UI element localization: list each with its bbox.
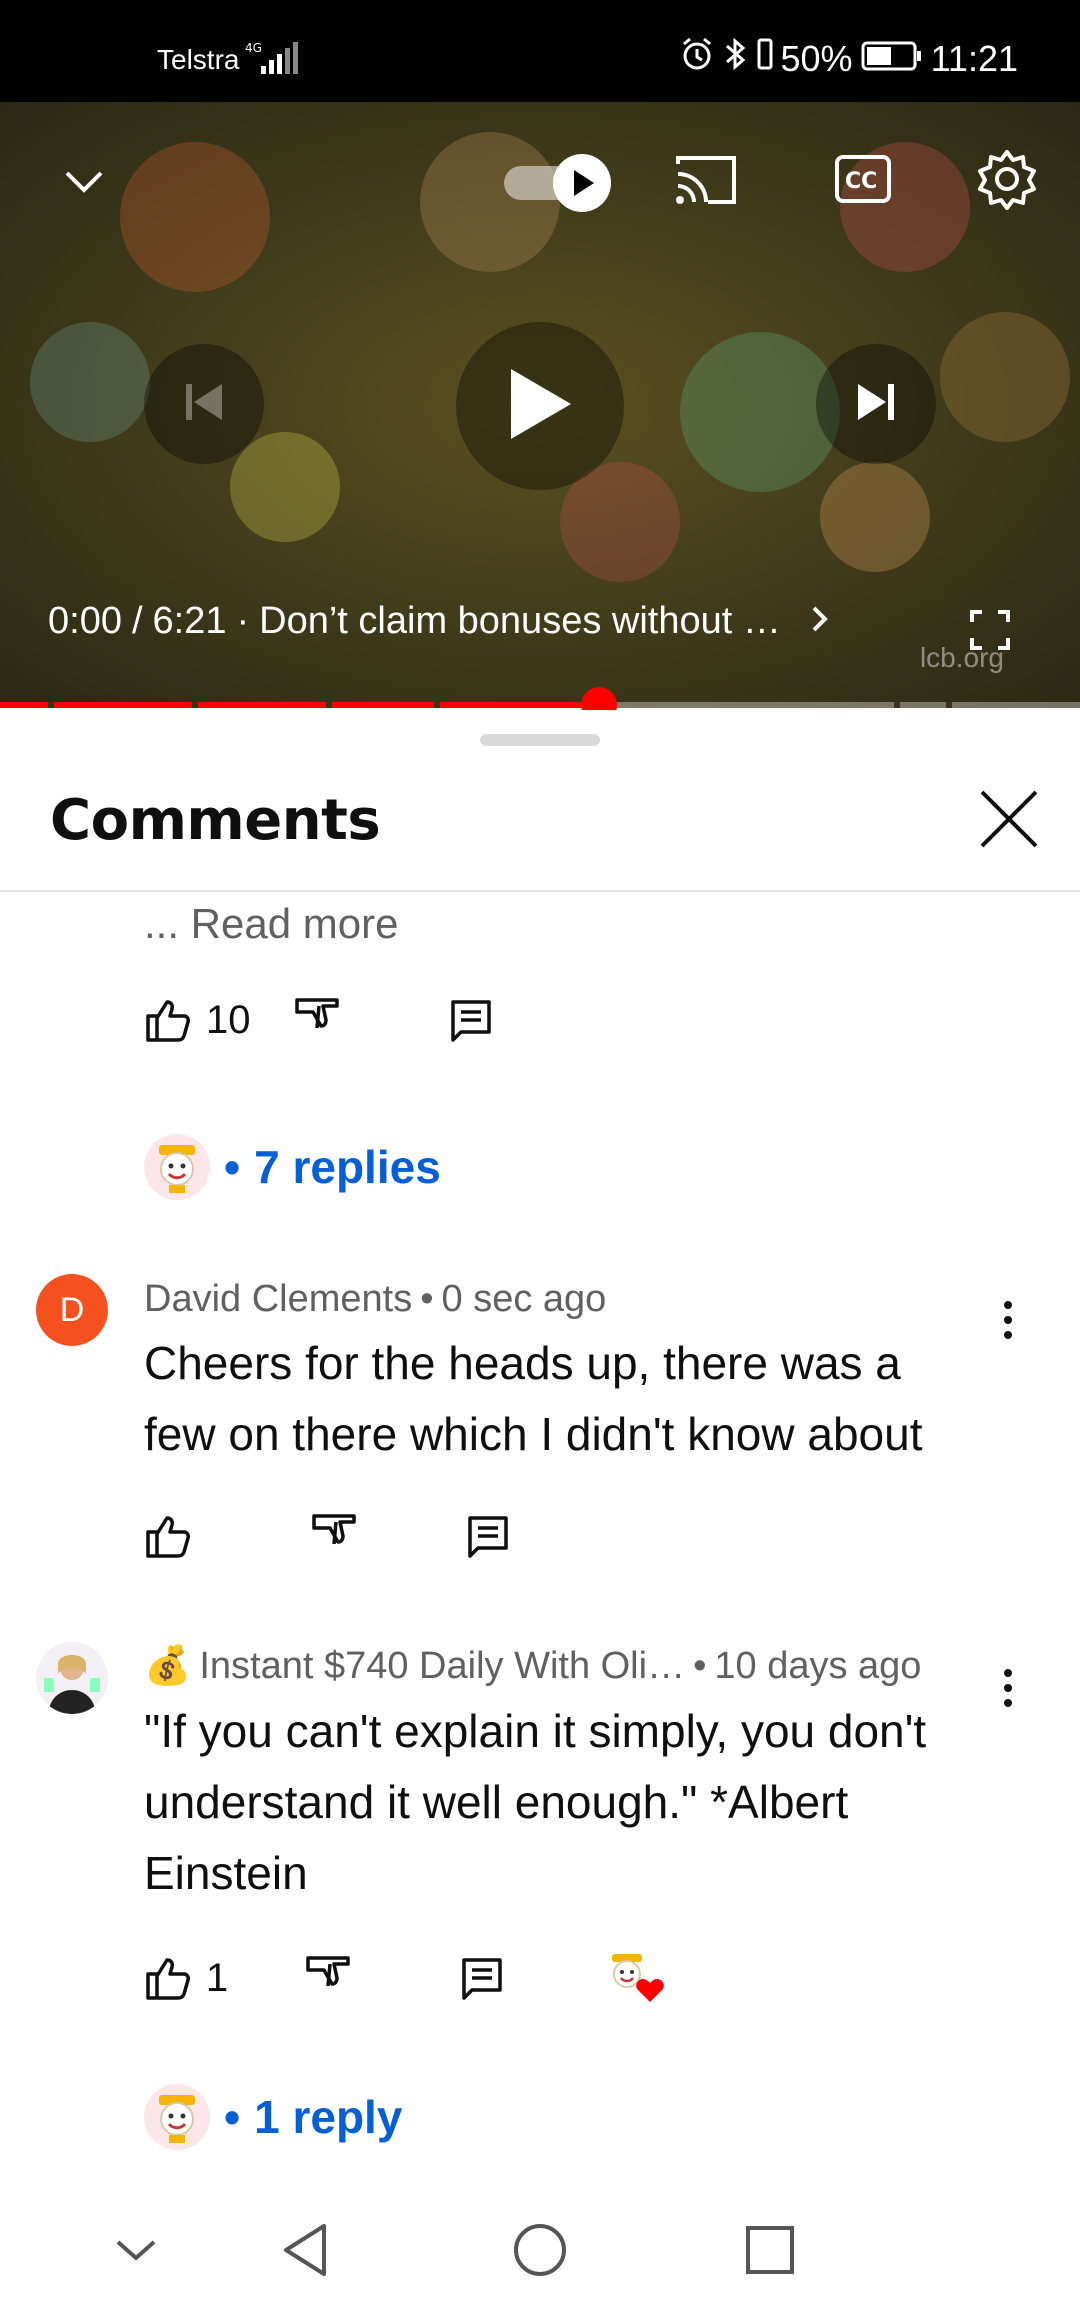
like-button[interactable] [144, 1512, 192, 1560]
cast-icon[interactable] [674, 152, 738, 208]
svg-text:CC: CC [845, 169, 877, 194]
back-icon[interactable] [278, 2220, 338, 2280]
bluetooth-icon [723, 36, 749, 81]
reply-icon [450, 1000, 491, 1042]
captions-icon[interactable]: CC [834, 154, 892, 204]
network-type-label: 4G [245, 41, 262, 55]
progress-bar[interactable] [0, 687, 1080, 723]
clock: 11:21 [930, 37, 1018, 79]
sheet-title: Comments [50, 788, 381, 853]
battery-percent: 50% [780, 37, 853, 79]
chapter-marker [48, 702, 54, 708]
comment-text: "If you can't explain it simply, you don… [144, 1705, 927, 1899]
comment-text: Cheers for the heads up, there was a few… [144, 1337, 923, 1460]
hide-keyboard-icon[interactable] [106, 2220, 166, 2280]
video-player[interactable]: CC 0:00 / 6:21 · Don’t claim bonuses wit… [0, 102, 1080, 708]
alarm-icon [679, 36, 715, 81]
thumbs-down-icon [294, 998, 339, 1029]
chevron-down-icon[interactable] [56, 154, 112, 210]
view-replies-button[interactable]: • 7 replies [144, 1134, 441, 1200]
comment-author[interactable]: Instant $740 Daily With Oli… [199, 1645, 685, 1688]
comment-actions [144, 1512, 512, 1560]
like-button[interactable]: 1 [144, 1954, 228, 2002]
comment-time: 0 sec ago [441, 1278, 607, 1320]
dislike-button[interactable] [304, 1954, 352, 2002]
comment-author[interactable]: David Clements [144, 1278, 412, 1321]
next-button[interactable] [816, 344, 936, 464]
thumbs-up-icon [146, 1516, 190, 1558]
reply-button[interactable] [458, 1954, 506, 2002]
thumbs-up-icon [146, 1958, 190, 2000]
dislike-button[interactable] [293, 996, 341, 1044]
thumbs-up-icon [146, 1000, 190, 1042]
comment-meta: 💰 Instant $740 Daily With Oli… • 10 days… [144, 1644, 921, 1688]
time-and-chapter[interactable]: 0:00 / 6:21 · Don’t claim bonuses withou… [48, 600, 829, 643]
thumbs-down-icon [312, 1514, 356, 1545]
comments-sheet: Comments [0, 710, 1080, 2310]
autoplay-toggle-icon[interactable] [502, 150, 614, 214]
previous-icon [182, 382, 226, 427]
reply-button[interactable] [447, 996, 495, 1044]
avatar-letter: D [59, 1290, 85, 1329]
reply-dot: • [224, 2091, 241, 2143]
meta-dot: • [420, 1278, 434, 1320]
more-options-icon[interactable] [990, 1658, 1026, 1718]
drag-handle[interactable] [480, 734, 600, 746]
play-button[interactable] [456, 322, 624, 490]
reply-button[interactable] [464, 1512, 512, 1560]
chapter-dot: · [236, 600, 250, 642]
progress-fill [0, 702, 600, 708]
settings-icon[interactable] [976, 148, 1038, 210]
chevron-right-icon[interactable] [811, 600, 829, 643]
carrier-label: Telstra [157, 44, 240, 75]
chapter-marker [192, 702, 198, 708]
author-prefix: 💰 [144, 1645, 192, 1687]
view-replies-button[interactable]: • 1 reply [144, 2084, 402, 2150]
close-icon[interactable] [976, 786, 1042, 852]
status-right: 50% 11:21 [679, 36, 1018, 81]
meta-dot: • [693, 1644, 707, 1687]
header-divider [0, 890, 1080, 892]
reply-dot: • [224, 1141, 241, 1193]
creator-heart-icon [606, 1950, 668, 2006]
home-icon[interactable] [510, 2220, 570, 2280]
like-button[interactable]: 10 [144, 996, 251, 1044]
thumbs-down-icon [306, 1956, 350, 1987]
comment-time: 10 days ago [714, 1644, 922, 1687]
watermark: lcb.org [919, 642, 1004, 673]
reply-icon [468, 1516, 508, 1558]
chapter-marker [326, 702, 332, 708]
comment-actions: 10 [144, 996, 495, 1044]
recents-icon[interactable] [740, 2220, 800, 2280]
like-count: 1 [206, 1955, 229, 2000]
comment-actions: 1 [144, 1950, 668, 2006]
play-icon [507, 367, 573, 446]
signal-icon: 4G [245, 40, 301, 81]
comment-meta: David Clements • 0 sec ago [144, 1278, 606, 1321]
duration: 6:21 [152, 600, 227, 642]
creator-avatar [144, 2084, 210, 2150]
system-nav-bar [0, 2190, 1080, 2310]
vibrate-battery-icon [757, 36, 773, 81]
more-options-icon[interactable] [990, 1290, 1026, 1350]
avatar[interactable] [36, 1642, 108, 1714]
status-bar: Telstra 4G 50% 11:21 [0, 0, 1080, 102]
chapter-marker [946, 702, 952, 708]
dislike-button[interactable] [310, 1512, 358, 1560]
replies-label: 7 replies [254, 1141, 441, 1193]
battery-icon [861, 38, 923, 80]
reply-icon [462, 1958, 502, 2000]
previous-button[interactable] [144, 344, 264, 464]
chapter-marker [434, 702, 440, 708]
current-time: 0:00 [48, 600, 122, 642]
chapter-title[interactable]: Don’t claim bonuses without … [259, 600, 781, 643]
creator-avatar [144, 1134, 210, 1200]
like-count: 10 [206, 997, 251, 1042]
avatar[interactable]: D [36, 1274, 108, 1346]
chapter-marker [894, 702, 900, 708]
time-separator: / [131, 600, 143, 642]
next-icon [854, 382, 898, 427]
read-more-link[interactable]: ... Read more [144, 900, 398, 948]
replies-label: 1 reply [254, 2091, 403, 2143]
